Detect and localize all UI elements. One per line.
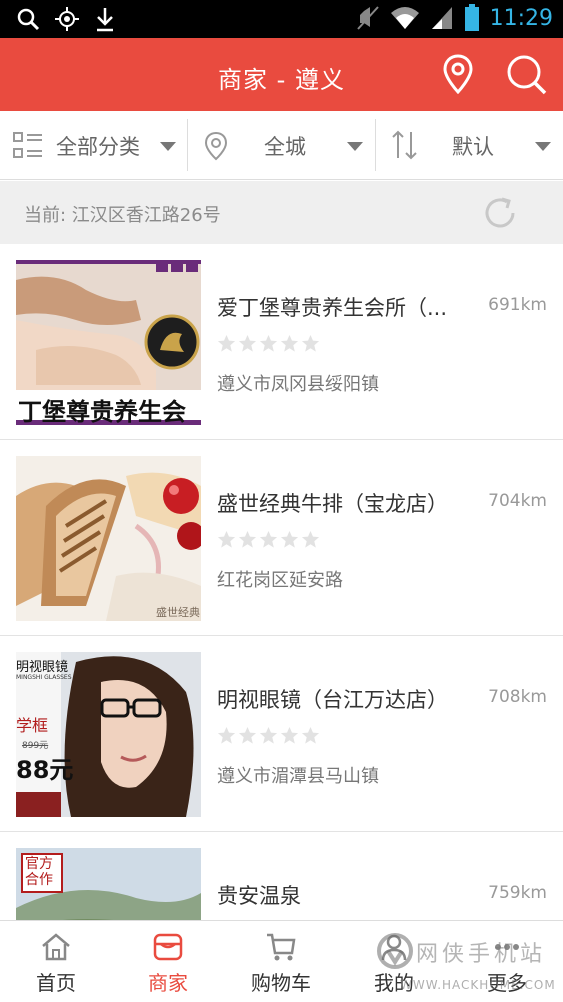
star-icon — [259, 334, 278, 352]
merchant-address: 遵义市凤冈县绥阳镇 — [217, 374, 379, 395]
refresh-icon — [485, 197, 515, 228]
sort-filter-label: 默认 — [452, 135, 494, 159]
merchant-name: 明视眼镜（台江万达店） — [217, 688, 448, 712]
area-filter[interactable]: 全城 — [188, 111, 374, 179]
user-icon — [381, 934, 407, 961]
star-icon — [259, 530, 278, 548]
home-icon — [42, 933, 70, 961]
area-filter-label: 全城 — [264, 135, 306, 159]
merchant-name: 爱丁堡尊贵养生会所（... — [217, 296, 448, 320]
tab-label: 商家 — [148, 971, 188, 995]
merchant-distance: 708km — [488, 687, 547, 707]
merchant-item[interactable]: 丁堡尊贵养生会 爱丁堡尊贵养生会所（... 691km 遵义市凤冈县绥阳镇 — [0, 244, 563, 440]
star-icon — [238, 334, 257, 352]
sort-filter[interactable]: 默认 — [376, 111, 563, 179]
thumbnail-stamp: 官方合作 — [25, 856, 53, 888]
tab-more[interactable]: 更多 — [451, 921, 563, 1002]
star-icon — [238, 530, 257, 548]
merchant-name: 盛世经典牛排（宝龙店） — [217, 492, 448, 516]
merchant-address: 遵义市湄潭县马山镇 — [217, 766, 379, 787]
location-pin-icon — [204, 131, 228, 161]
merchant-distance: 691km — [488, 295, 547, 315]
location-pin-icon — [443, 54, 473, 94]
chevron-down-icon — [347, 142, 363, 151]
tab-profile[interactable]: 我的 — [338, 921, 450, 1002]
clock: 11:29 — [489, 5, 553, 31]
search-notification-icon — [16, 7, 40, 31]
thumbnail-caption: 盛世经典 — [156, 606, 200, 619]
mute-icon — [356, 5, 380, 31]
app-header: 商家 - 遵义 — [0, 38, 563, 111]
status-bar: 11:29 — [0, 0, 563, 38]
star-icon — [217, 334, 236, 352]
signal-icon — [430, 5, 454, 31]
thumbnail-new-price: 88元 — [16, 756, 74, 784]
star-icon — [301, 334, 320, 352]
search-button[interactable] — [504, 52, 548, 96]
refresh-button[interactable] — [480, 193, 520, 237]
star-icon — [301, 530, 320, 548]
tab-label: 购物车 — [251, 971, 311, 995]
thumbnail-brand: 明视眼镜 — [16, 660, 69, 675]
tab-cart[interactable]: 购物车 — [225, 921, 337, 1002]
tab-label: 我的 — [374, 971, 414, 995]
rating-stars — [217, 334, 320, 353]
search-icon — [507, 55, 547, 95]
merchant-name: 贵安温泉 — [217, 884, 301, 908]
thumbnail-brand-en: MINGSHI GLASSES — [16, 674, 72, 681]
more-icon — [495, 944, 519, 950]
filter-bar: 全部分类 全城 默认 — [0, 111, 563, 180]
merchant-thumbnail: 丁堡尊贵养生会 — [16, 260, 201, 425]
tab-label: 首页 — [36, 971, 76, 995]
merchant-thumbnail: 明视眼镜 MINGSHI GLASSES 学框 899元 88元 — [16, 652, 201, 817]
download-icon — [94, 6, 116, 32]
star-icon — [280, 334, 299, 352]
merchant-distance: 704km — [488, 491, 547, 511]
star-icon — [259, 726, 278, 744]
current-location-text: 当前: 江汉区香江路26号 — [24, 205, 221, 226]
merchant-address: 红花岗区延安路 — [217, 570, 343, 591]
merchant-item[interactable]: 盛世经典 盛世经典牛排（宝龙店） 704km 红花岗区延安路 — [0, 440, 563, 636]
chevron-down-icon — [160, 142, 176, 151]
category-filter[interactable]: 全部分类 — [0, 111, 186, 179]
star-icon — [238, 726, 257, 744]
rating-stars — [217, 726, 320, 745]
thumbnail-caption: 丁堡尊贵养生会 — [18, 397, 186, 425]
current-location-bar: 当前: 江汉区香江路26号 — [0, 181, 563, 244]
tab-home[interactable]: 首页 — [0, 921, 112, 1002]
battery-icon — [464, 4, 480, 32]
tab-merchants[interactable]: 商家 — [112, 921, 224, 1002]
rating-stars — [217, 530, 320, 549]
wifi-icon — [390, 5, 420, 31]
category-list-icon — [13, 132, 42, 158]
star-icon — [217, 726, 236, 744]
star-icon — [280, 726, 299, 744]
gps-icon — [54, 6, 80, 32]
merchant-item[interactable]: 明视眼镜 MINGSHI GLASSES 学框 899元 88元 明视眼镜（台江… — [0, 636, 563, 832]
merchant-thumbnail: 盛世经典 — [16, 456, 201, 621]
shopping-cart-icon — [267, 933, 296, 961]
star-icon — [301, 726, 320, 744]
thumbnail-frame-label: 学框 — [16, 716, 49, 735]
store-icon — [153, 933, 183, 961]
category-filter-label: 全部分类 — [56, 135, 140, 159]
sort-icon — [392, 130, 417, 160]
chevron-down-icon — [535, 142, 551, 151]
star-icon — [217, 530, 236, 548]
tab-label: 更多 — [487, 971, 527, 995]
location-button[interactable] — [436, 52, 480, 96]
bottom-tab-bar: 首页 商家 购物车 我的 更多 — [0, 920, 563, 1002]
merchant-distance: 759km — [488, 883, 547, 903]
star-icon — [280, 530, 299, 548]
